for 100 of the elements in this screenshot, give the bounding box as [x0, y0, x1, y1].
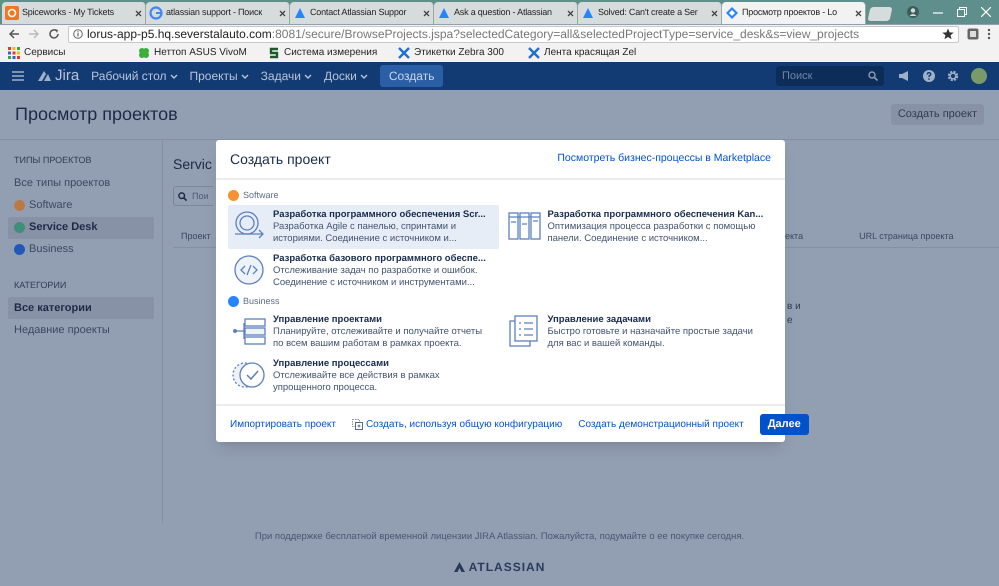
- bookmark-item[interactable]: Неттоп ASUS VivoM: [138, 45, 256, 60]
- table-cell-text: в и: [787, 300, 802, 314]
- browser-tab[interactable]: Solved: Can't create a Ser: [578, 2, 722, 24]
- template-description: Разработка Agile с панелью, спринтами и историями. Соединение с источником и...: [273, 220, 458, 244]
- create-button[interactable]: Создать: [380, 65, 444, 87]
- close-icon[interactable]: [567, 10, 574, 16]
- tab-title: Ask a question - Atlassian: [454, 6, 552, 20]
- license-notice: При поддержке бесплатной временной лицензии JIRA Atlassian. Пожалуйста, подумайте о ее покупке сегодня.: [254, 530, 744, 544]
- template-title: Разработка программного обеспечения Kan...: [548, 208, 764, 220]
- sidebar-item[interactable]: Все категории: [8, 297, 154, 319]
- close-icon[interactable]: [135, 10, 142, 16]
- sidebar-item[interactable]: Service Desk: [8, 216, 154, 238]
- search-icon: [868, 71, 878, 81]
- star-icon[interactable]: [942, 28, 954, 40]
- project-template[interactable]: Разработка программного обеспечения Scr... Разработка Agile с панелью, спринтами и историями. Соединение с источником и...: [228, 204, 498, 248]
- search-field[interactable]: Пои: [173, 186, 213, 206]
- caret-icon: [304, 74, 312, 78]
- page-title: Просмотр проектов: [15, 103, 178, 126]
- browser-tab[interactable]: atlassian support - Поиск: [146, 2, 290, 24]
- reload-icon[interactable]: [48, 28, 60, 40]
- address-bar[interactable]: lorus-app-p5.hq.severstalauto.com:8081/secure/BrowseProjects.jspa?selectedCategory=all&selectedProjectType=service_desk&s=view_projects: [68, 26, 959, 42]
- help-icon[interactable]: [923, 70, 935, 82]
- table-cell-text: е: [787, 314, 794, 328]
- logo-text[interactable]: Jira: [55, 64, 80, 88]
- tab-title: atlassian support - Поиск: [166, 6, 262, 20]
- nav-menu[interactable]: Задачи: [260, 67, 312, 85]
- menu-icon[interactable]: [12, 71, 24, 81]
- bookmark-item[interactable]: Сервисы: [8, 45, 126, 60]
- section-heading: ТИПЫ ПРОЕКТОВ: [13, 154, 93, 167]
- browser-tab[interactable]: Просмотр проектов - Lo: [722, 2, 866, 24]
- column-header: URL страница проекта: [859, 230, 954, 243]
- footer-link[interactable]: Создать демонстрационный проект: [578, 416, 744, 432]
- tab-title: Spiceworks - My Tickets: [22, 6, 114, 20]
- template-title: Разработка базового программного обеспе...: [273, 252, 487, 264]
- search-field[interactable]: Поиск: [776, 66, 884, 86]
- url-text: lorus-app-p5.hq.severstalauto.com:8081/secure/BrowseProjects.jspa?selectedCategory=all&selectedProjectType=service_desk&s=view_projects: [87, 26, 860, 43]
- copy-add-icon: [352, 418, 363, 430]
- nav-menu[interactable]: Рабочий стол: [91, 67, 178, 85]
- tab-title: Solved: Can't create a Ser: [598, 6, 698, 20]
- more-icon[interactable]: [987, 28, 991, 40]
- browser-tab[interactable]: Spiceworks - My Tickets: [2, 2, 146, 24]
- group-label: Software: [243, 189, 279, 202]
- bookmark-item[interactable]: Лента красящая Zel: [528, 45, 646, 60]
- template-description: Планируйте, отслеживайте и получайте отчеты по всем вашим работам в рамках проекта.: [273, 326, 484, 350]
- back-icon[interactable]: [8, 28, 20, 40]
- template-description: Отслеживание задач по разработке и ошибок. Соединение с источником и инструментами...: [273, 264, 478, 288]
- site-icon: [149, 6, 163, 20]
- search-icon: [178, 192, 187, 200]
- triangle-icon: [437, 6, 451, 20]
- megaphone-icon[interactable]: [898, 70, 911, 82]
- close-icon[interactable]: [855, 10, 862, 16]
- section-heading: КАТЕГОРИИ: [13, 278, 68, 292]
- next-button[interactable]: Далее: [760, 414, 809, 434]
- caret-icon: [360, 74, 368, 78]
- avatar[interactable]: [971, 68, 987, 84]
- bookmark-item[interactable]: Этикетки Zebra 300: [398, 45, 516, 60]
- create-project-button[interactable]: Создать проект: [890, 104, 984, 125]
- logo-icon: [454, 562, 465, 572]
- close-icon[interactable]: [279, 10, 286, 16]
- tab-title: Contact Atlassian Suppor: [310, 6, 406, 20]
- template-description: Отслеживайте все действия в рамках упрощенного процесса.: [273, 370, 441, 394]
- template-description: Оптимизация процесса разработки с помощью панели. Соединение с источником...: [548, 220, 756, 244]
- diamond-icon: [725, 6, 739, 20]
- dialog-title: Создать проект: [230, 150, 331, 169]
- cross-icon: [528, 46, 540, 58]
- site-icon: [5, 6, 19, 20]
- column-header: Проект: [181, 230, 212, 243]
- nav-menu[interactable]: Доски: [324, 67, 368, 85]
- template-title: Управление процессами: [273, 358, 390, 370]
- column-header: екта: [785, 230, 804, 243]
- triangle-icon: [581, 6, 595, 20]
- template-description: Быстро готовьте и назначайте простые задачи для вас и вашей команды.: [548, 326, 754, 350]
- footer-link[interactable]: Создать, используя общую конфигурацию: [352, 416, 562, 432]
- caret-icon: [170, 74, 178, 78]
- bookmark-item[interactable]: Система измерения: [268, 45, 386, 60]
- browser-tab[interactable]: Ask a question - Atlassian: [434, 2, 578, 24]
- caret-icon: [240, 74, 249, 78]
- user-icon[interactable]: [907, 6, 919, 18]
- logo-text: ATLASSIAN: [468, 559, 546, 576]
- clover-icon: [138, 46, 150, 58]
- template-title: Разработка программного обеспечения Scr...: [273, 208, 487, 220]
- extension-icon[interactable]: [967, 28, 979, 40]
- section-heading: Servic: [173, 155, 212, 174]
- logo-icon[interactable]: [36, 69, 52, 83]
- close-icon[interactable]: [423, 10, 430, 16]
- template-title: Управление проектами: [273, 314, 383, 326]
- settings-icon[interactable]: [947, 70, 959, 82]
- info-icon[interactable]: [73, 29, 83, 39]
- s-shape-icon: [268, 46, 280, 58]
- marketplace-link[interactable]: Посмотреть бизнес-процессы в Marketplace: [557, 151, 771, 167]
- triangle-icon: [293, 6, 307, 20]
- cross-icon: [398, 46, 410, 58]
- new-tab-button[interactable]: [868, 7, 892, 21]
- apps-grid-icon: [8, 46, 20, 58]
- close-icon[interactable]: [711, 10, 718, 16]
- browser-tab[interactable]: Contact Atlassian Suppor: [290, 2, 434, 24]
- footer-link[interactable]: Импортировать проект: [230, 416, 336, 432]
- group-label: Business: [243, 294, 280, 308]
- restore-icon[interactable]: [957, 7, 967, 17]
- nav-menu[interactable]: Проекты: [190, 67, 249, 85]
